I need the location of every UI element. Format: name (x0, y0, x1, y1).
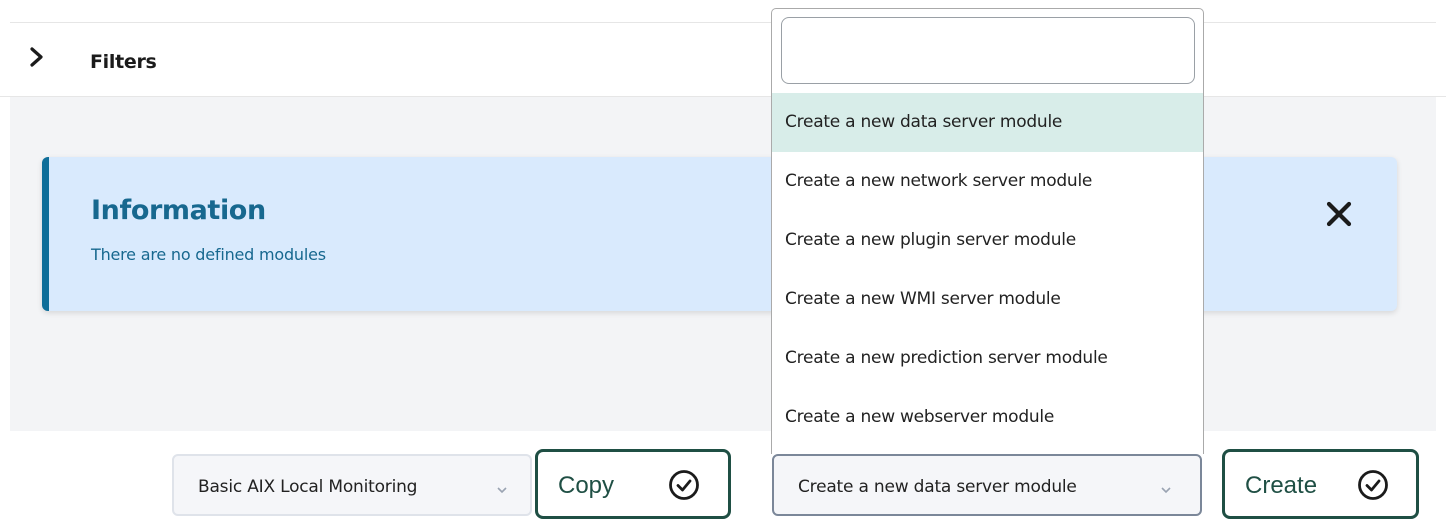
module-type-select[interactable]: Create a new data server module (772, 454, 1202, 516)
module-type-select-value: Create a new data server module (798, 477, 1077, 497)
check-circle-icon (668, 469, 700, 501)
info-message: There are no defined modules (91, 245, 326, 264)
check-circle-icon (1357, 469, 1389, 501)
dropdown-option[interactable]: Create a new plugin server module (772, 211, 1203, 270)
copy-button-label: Copy (558, 472, 615, 499)
dropdown-option[interactable]: Create a new prediction server module (772, 329, 1203, 388)
dropdown-option[interactable]: Create a new data server module (772, 93, 1203, 152)
template-select-value: Basic AIX Local Monitoring (198, 477, 418, 497)
info-title: Information (91, 195, 266, 226)
chevron-down-icon (1160, 480, 1172, 494)
dropdown-option[interactable]: Create a new webserver module (772, 388, 1203, 447)
template-select[interactable]: Basic AIX Local Monitoring (172, 454, 532, 516)
dropdown-search-input[interactable] (781, 17, 1195, 84)
filters-toggle[interactable]: Filters (0, 24, 1446, 97)
close-icon[interactable] (1324, 199, 1354, 229)
chevron-down-icon (496, 480, 508, 494)
top-divider (10, 22, 1436, 23)
copy-button[interactable]: Copy (535, 449, 731, 519)
filters-label: Filters (90, 51, 157, 73)
dropdown-option[interactable]: Create a new WMI server module (772, 270, 1203, 329)
create-button-label: Create (1245, 472, 1318, 499)
page: Filters Information There are no defined… (0, 0, 1446, 519)
dropdown-option-list: Create a new data server module Create a … (772, 93, 1203, 447)
dropdown-option[interactable]: Create a new network server module (772, 152, 1203, 211)
chevron-right-icon (28, 46, 46, 68)
module-type-dropdown: Create a new data server module Create a … (771, 8, 1204, 454)
create-button[interactable]: Create (1222, 449, 1419, 519)
